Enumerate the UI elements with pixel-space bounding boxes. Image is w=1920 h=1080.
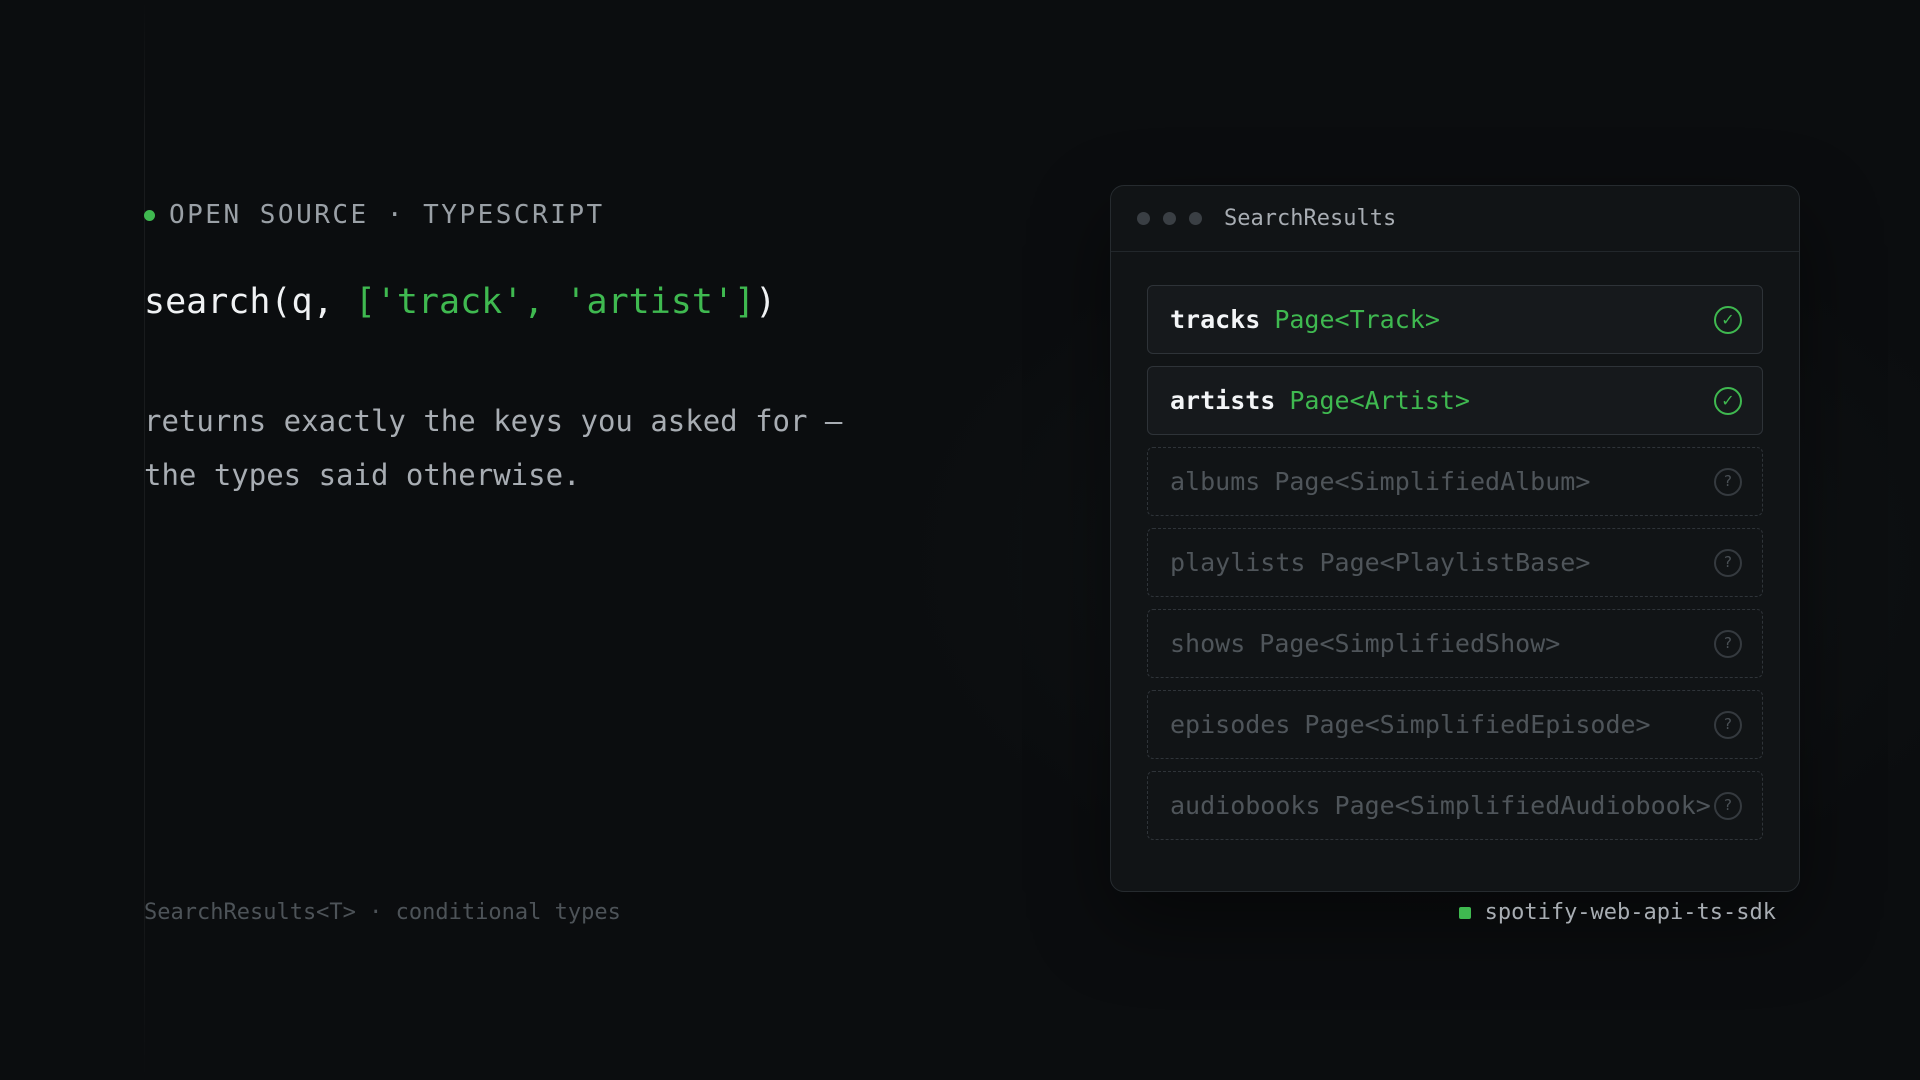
result-row-audiobooks: audiobooks Page<SimplifiedAudiobook> ? bbox=[1147, 771, 1763, 840]
repo-badge: spotify-web-api-ts-sdk bbox=[1458, 900, 1776, 925]
question-circle-icon: ? bbox=[1714, 791, 1742, 820]
row-type: Page<PlaylistBase> bbox=[1319, 548, 1591, 577]
slide-canvas: OPEN SOURCE · TYPESCRIPT search(q, ['tra… bbox=[0, 0, 1920, 1080]
row-key: artists bbox=[1170, 386, 1276, 415]
question-circle-icon: ? bbox=[1714, 548, 1742, 577]
search-results-panel: SearchResults tracks Page<Track> ✓ artis… bbox=[1110, 185, 1800, 892]
row-type: Page<Track> bbox=[1274, 305, 1440, 334]
row-key: episodes bbox=[1170, 710, 1291, 739]
row-type: Page<SimplifiedShow> bbox=[1259, 629, 1561, 658]
row-type: Page<SimplifiedAlbum> bbox=[1274, 467, 1591, 496]
window-dot-icon bbox=[1163, 212, 1176, 225]
window-dot-icon bbox=[1189, 212, 1202, 225]
row-key: albums bbox=[1170, 467, 1261, 496]
result-row-playlists: playlists Page<PlaylistBase> ? bbox=[1147, 528, 1763, 597]
code-call-args: ['track', 'artist'] bbox=[354, 282, 756, 322]
code-call-suffix: ) bbox=[755, 282, 777, 322]
code-call-prefix: search(q, bbox=[144, 282, 355, 322]
row-key: shows bbox=[1170, 629, 1246, 658]
result-row-tracks: tracks Page<Track> ✓ bbox=[1147, 285, 1763, 354]
question-circle-icon: ? bbox=[1714, 467, 1742, 496]
result-row-shows: shows Page<SimplifiedShow> ? bbox=[1147, 609, 1763, 678]
panel-title: SearchResults bbox=[1224, 206, 1397, 231]
check-circle-icon: ✓ bbox=[1714, 305, 1742, 334]
footnote: SearchResults<T> · conditional types bbox=[144, 900, 621, 925]
result-row-albums: albums Page<SimplifiedAlbum> ? bbox=[1147, 447, 1763, 516]
window-dot-icon bbox=[1137, 212, 1150, 225]
eyebrow-label: OPEN SOURCE · TYPESCRIPT bbox=[144, 198, 605, 232]
description: returns exactly the keys you asked for —… bbox=[144, 394, 904, 502]
panel-title-bar: SearchResults bbox=[1111, 186, 1799, 252]
result-row-artists: artists Page<Artist> ✓ bbox=[1147, 366, 1763, 435]
repo-name: spotify-web-api-ts-sdk bbox=[1484, 900, 1776, 925]
description-line-1: returns exactly the keys you asked for — bbox=[144, 404, 843, 438]
row-key: audiobooks bbox=[1170, 791, 1321, 820]
row-type: Page<SimplifiedEpisode> bbox=[1304, 710, 1651, 739]
check-circle-icon: ✓ bbox=[1714, 386, 1742, 415]
description-line-2: the types said otherwise. bbox=[144, 458, 581, 492]
row-type: Page<Artist> bbox=[1289, 386, 1470, 415]
row-type: Page<SimplifiedAudiobook> bbox=[1334, 791, 1711, 820]
repo-square-icon bbox=[1458, 906, 1471, 919]
row-key: playlists bbox=[1170, 548, 1306, 577]
question-circle-icon: ? bbox=[1714, 710, 1742, 739]
row-key: tracks bbox=[1170, 305, 1261, 334]
eyebrow-text: OPEN SOURCE · TYPESCRIPT bbox=[169, 200, 605, 230]
result-rows: tracks Page<Track> ✓ artists Page<Artist… bbox=[1147, 285, 1763, 852]
status-dot-icon bbox=[144, 209, 155, 221]
question-circle-icon: ? bbox=[1714, 629, 1742, 658]
result-row-episodes: episodes Page<SimplifiedEpisode> ? bbox=[1147, 690, 1763, 759]
code-headline: search(q, ['track', 'artist']) bbox=[144, 282, 776, 322]
